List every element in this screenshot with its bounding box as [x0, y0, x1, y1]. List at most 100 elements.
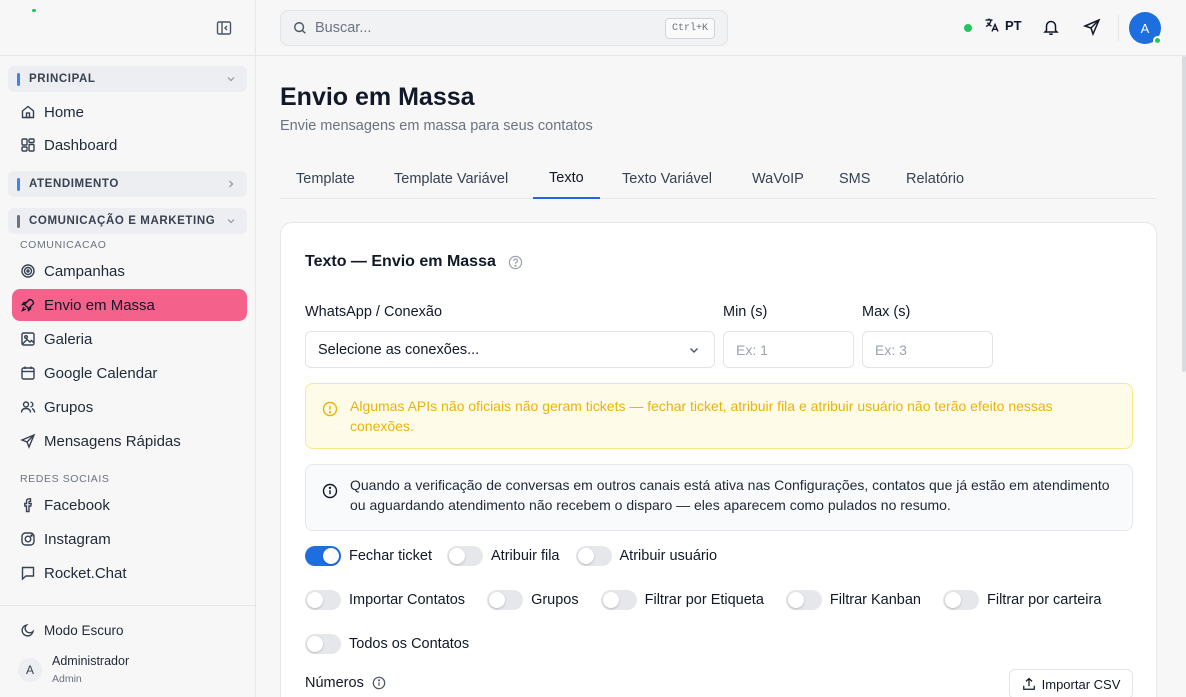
min-label: Min (s) — [723, 304, 768, 320]
sidebar-item-label: Rocket.Chat — [44, 564, 127, 582]
switch[interactable] — [942, 590, 979, 610]
toggle-label: Importar Contatos — [349, 592, 466, 608]
section-bar — [17, 177, 20, 191]
send-icon — [20, 433, 36, 449]
info-icon — [322, 483, 338, 499]
chat-icon — [21, 566, 35, 581]
tab-template[interactable]: Template — [280, 159, 371, 199]
sidebar-item-label: Dashboard — [44, 136, 118, 154]
search-box[interactable]: Ctrl+K — [280, 10, 728, 46]
instagram-icon — [21, 532, 35, 546]
tab-template-variavel[interactable]: Template Variável — [378, 159, 524, 199]
page-title: Envio em Massa — [280, 83, 475, 111]
tab-bar: Template Template Variável Texto Texto V… — [280, 159, 1156, 199]
sidebar-item-facebook[interactable]: Facebook — [12, 489, 247, 521]
dashboard-icon — [21, 138, 35, 152]
sidebar-toggle-button[interactable] — [214, 18, 234, 38]
sidebar-item-grupos[interactable]: Grupos — [12, 391, 247, 423]
sidebar-item-galeria[interactable]: Galeria — [12, 323, 247, 355]
toggle-label: Todos os Contatos — [349, 636, 470, 652]
toggle-grupos[interactable]: Grupos — [487, 590, 579, 610]
switch[interactable] — [305, 546, 341, 566]
tab-relatorio[interactable]: Relatório — [890, 159, 980, 199]
toggle-importar-contatos[interactable]: Importar Contatos — [305, 590, 465, 610]
tab-texto-variavel[interactable]: Texto Variável — [606, 159, 728, 199]
user-name: Administrador — [52, 654, 130, 668]
card-title: Texto — Envio em Massa — [305, 253, 523, 271]
dark-mode-toggle[interactable]: Modo Escuro — [20, 622, 124, 638]
switch[interactable] — [487, 590, 524, 610]
sidebar-item-label: Instagram — [44, 530, 111, 548]
tab-wavoip[interactable]: WaVoIP — [736, 159, 820, 199]
scrollbar[interactable] — [1182, 56, 1186, 372]
switch[interactable] — [785, 590, 822, 610]
switch[interactable] — [305, 634, 341, 654]
top-bar: Ctrl+K PT A — [256, 0, 1186, 56]
connection-select-value: Selecione as conexões... — [318, 341, 480, 358]
toggle-row-2: Importar Contatos Grupos Filtrar por Eti… — [305, 590, 1101, 610]
sidebar-item-label: Galeria — [44, 330, 93, 348]
sidebar-item-instagram[interactable]: Instagram — [12, 523, 247, 555]
sidebar-item-mensagens-rapidas[interactable]: Mensagens Rápidas — [12, 425, 247, 457]
sidebar-item-google-calendar[interactable]: Google Calendar — [12, 357, 247, 389]
switch[interactable] — [305, 590, 341, 610]
sidebar-item-dashboard[interactable]: Dashboard — [12, 129, 247, 161]
tab-texto[interactable]: Texto — [533, 159, 600, 199]
tab-sms[interactable]: SMS — [823, 159, 886, 199]
toggle-row-1: Fechar ticket Atribuir fila Atribuir usu… — [305, 546, 717, 566]
search-shortcut: Ctrl+K — [664, 18, 715, 39]
bell-icon[interactable] — [1042, 18, 1060, 36]
search-input[interactable] — [315, 20, 655, 36]
search-icon — [294, 22, 306, 34]
section-atendimento[interactable]: ATENDIMENTO — [8, 171, 247, 197]
section-label: ATENDIMENTO — [29, 178, 119, 190]
sidebar-item-home[interactable]: Home — [12, 96, 247, 128]
max-input[interactable] — [862, 331, 993, 368]
sidebar-item-envio-em-massa[interactable]: Envio em Massa — [12, 289, 247, 321]
user-avatar-button[interactable]: A — [1129, 12, 1162, 45]
toggle-fechar-ticket[interactable]: Fechar ticket — [305, 546, 432, 566]
rocket-icon — [21, 298, 35, 312]
send-icon[interactable] — [1083, 18, 1101, 36]
switch[interactable] — [575, 546, 612, 566]
connection-status-dot — [964, 24, 972, 32]
section-principal[interactable]: PRINCIPAL — [8, 66, 247, 92]
min-input[interactable] — [723, 331, 854, 368]
toggle-label: Atribuir usuário — [619, 548, 718, 564]
switch[interactable] — [447, 546, 483, 566]
connection-label: WhatsApp / Conexão — [305, 304, 443, 320]
switch[interactable] — [600, 590, 637, 610]
info-alert: Quando a verificação de conversas em out… — [305, 464, 1133, 531]
sidebar-item-campanhas[interactable]: Campanhas — [12, 255, 247, 287]
language-label: PT — [1005, 17, 1022, 33]
toggle-atribuir-usuario[interactable]: Atribuir usuário — [575, 546, 718, 566]
chevron-right-icon — [229, 180, 234, 188]
sidebar-item-rocket-chat[interactable]: Rocket.Chat — [12, 557, 247, 589]
language-selector[interactable]: PT — [984, 17, 1022, 33]
page-subtitle: Envie mensagens em massa para seus conta… — [280, 118, 593, 134]
toggle-filtrar-kanban[interactable]: Filtrar Kanban — [785, 590, 921, 610]
moon-icon — [21, 623, 35, 637]
section-comunicacao-marketing[interactable]: COMUNICAÇÃO E MARKETING — [8, 208, 247, 234]
dark-mode-label: Modo Escuro — [44, 622, 124, 638]
sidebar-item-label: Home — [44, 103, 85, 121]
warning-alert: Algumas APIs não oficiais não geram tick… — [305, 383, 1133, 449]
user-avatar[interactable]: A — [18, 658, 42, 682]
toggle-label: Filtrar Kanban — [829, 592, 921, 608]
sidebar-item-label: Grupos — [44, 398, 94, 416]
calendar-icon — [21, 366, 35, 380]
toggle-filtrar-etiqueta[interactable]: Filtrar por Etiqueta — [600, 590, 764, 610]
connection-select[interactable]: Selecione as conexões... — [305, 331, 715, 368]
users-icon — [20, 401, 36, 413]
sidebar-item-label: Google Calendar — [44, 364, 158, 382]
help-icon[interactable] — [508, 255, 523, 270]
sidebar-item-label: Facebook — [44, 496, 110, 514]
toggle-todos-contatos[interactable]: Todos os Contatos — [305, 634, 469, 654]
section-label: PRINCIPAL — [29, 73, 96, 85]
toggle-filtrar-carteira[interactable]: Filtrar por carteira — [942, 590, 1101, 610]
import-csv-button[interactable]: Importar CSV — [1009, 669, 1133, 697]
info-icon[interactable] — [372, 676, 386, 690]
toggle-label: Fechar ticket — [349, 548, 432, 564]
toggle-atribuir-fila[interactable]: Atribuir fila — [447, 546, 560, 566]
numbers-label: Números — [305, 675, 386, 691]
